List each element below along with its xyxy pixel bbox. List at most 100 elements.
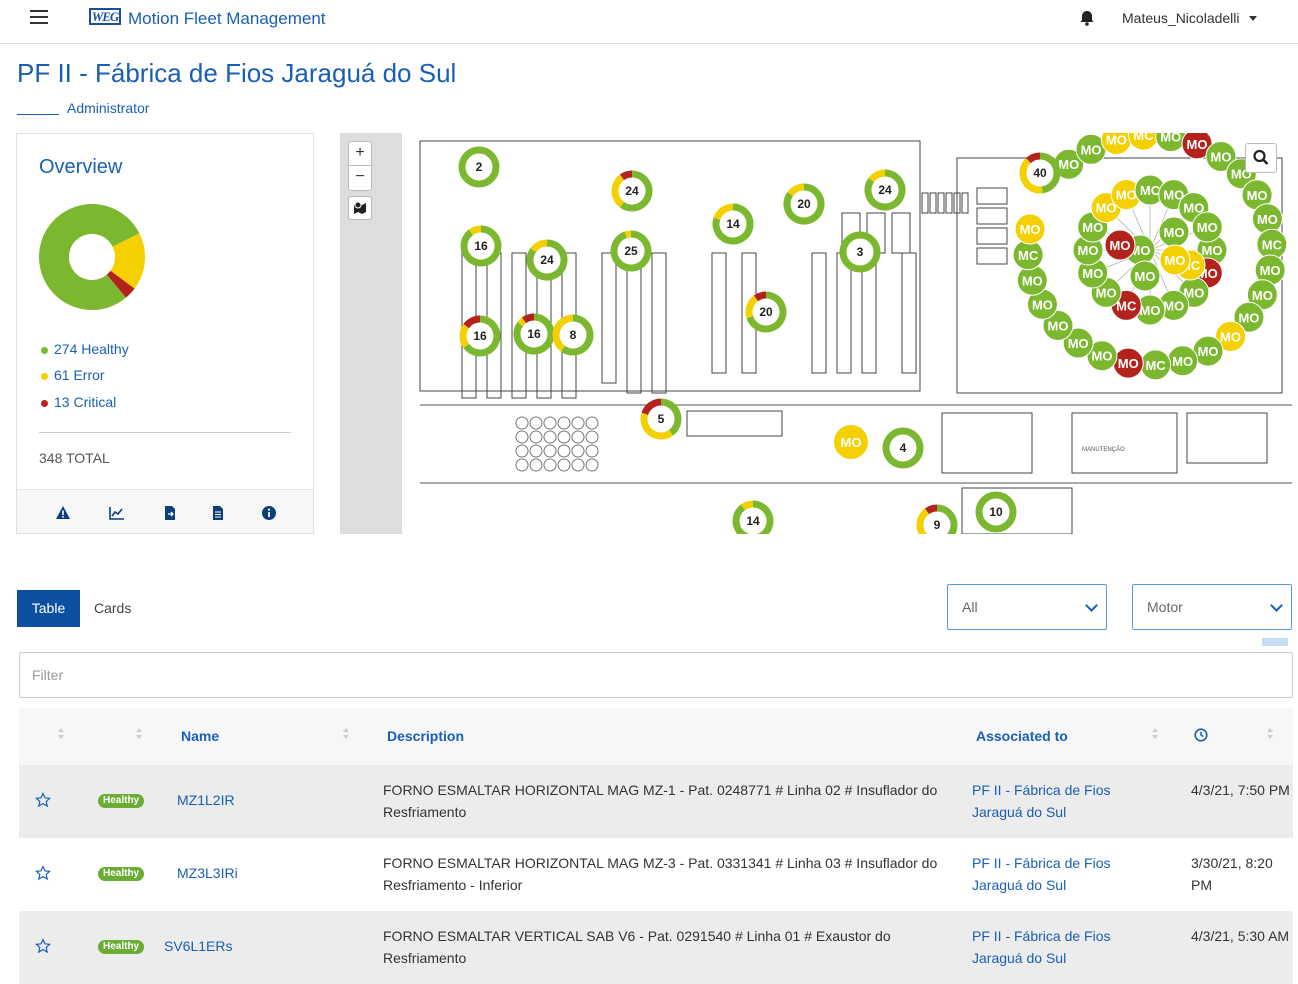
role-divider bbox=[17, 114, 59, 115]
sort-name-icon[interactable] bbox=[343, 728, 349, 740]
map-layers-button[interactable] bbox=[348, 196, 372, 220]
device-cluster[interactable]: 16 bbox=[513, 313, 555, 355]
device-marker-label: MC bbox=[1145, 358, 1166, 373]
overview-footer bbox=[17, 489, 313, 533]
table-row[interactable]: Healthy MZ3L3IRi FORNO ESMALTAR HORIZONT… bbox=[19, 838, 1293, 911]
device-cluster[interactable]: 9 bbox=[916, 504, 958, 534]
app-title[interactable]: Motion Fleet Management bbox=[128, 9, 326, 29]
device-cluster[interactable]: 4 bbox=[882, 427, 924, 469]
weg-logo[interactable]: WEG bbox=[89, 8, 121, 25]
device-cluster[interactable]: 3 bbox=[839, 231, 881, 273]
device-cluster[interactable]: 16 bbox=[460, 225, 502, 267]
clock-icon[interactable] bbox=[1194, 728, 1208, 742]
user-menu-caret-icon[interactable] bbox=[1249, 16, 1257, 21]
device-marker[interactable]: MO bbox=[1158, 216, 1190, 248]
machine-cabinet bbox=[976, 207, 1008, 225]
storage-reel bbox=[529, 444, 543, 458]
device-description: FORNO ESMALTAR VERTICAL SAB V6 - Pat. 02… bbox=[383, 928, 891, 966]
device-cluster[interactable]: 2 bbox=[458, 146, 500, 188]
device-cluster[interactable]: 10 bbox=[975, 491, 1017, 533]
device-marker[interactable]: MO bbox=[1159, 244, 1191, 276]
column-description[interactable]: Description bbox=[387, 728, 464, 744]
cluster-ring-segment bbox=[753, 291, 767, 302]
favorite-star-icon[interactable] bbox=[35, 792, 51, 808]
storage-reel bbox=[571, 430, 585, 444]
device-cluster[interactable]: 5 bbox=[640, 398, 682, 440]
storage-reel bbox=[571, 416, 585, 430]
legend-healthy[interactable]: 274 Healthy bbox=[41, 341, 129, 357]
storage-reel bbox=[515, 458, 529, 472]
sort-associated-icon[interactable] bbox=[1152, 728, 1158, 740]
associated-link[interactable]: PF II - Fábrica de Fios Jaraguá do Sul bbox=[972, 925, 1132, 969]
user-menu[interactable]: Mateus_Nicoladelli bbox=[1122, 10, 1240, 26]
device-marker[interactable]: MO bbox=[1104, 229, 1136, 261]
device-marker[interactable]: MO bbox=[1112, 347, 1144, 379]
status-donut-chart bbox=[39, 204, 145, 310]
sort-status-icon[interactable] bbox=[136, 728, 142, 740]
column-associated[interactable]: Associated to bbox=[976, 728, 1068, 744]
legend-error[interactable]: 61 Error bbox=[41, 367, 105, 383]
storage-reel bbox=[529, 458, 543, 472]
device-cluster[interactable]: 8 bbox=[552, 314, 594, 356]
device-cluster[interactable]: 40 bbox=[1019, 152, 1061, 194]
device-marker-label: MC bbox=[1262, 237, 1283, 252]
type-select[interactable]: Motor bbox=[1132, 584, 1292, 630]
device-marker[interactable]: MO bbox=[1014, 213, 1046, 245]
associated-link[interactable]: PF II - Fábrica de Fios Jaraguá do Sul bbox=[972, 779, 1132, 823]
table-row[interactable]: Healthy MZ1L2IR FORNO ESMALTAR HORIZONTA… bbox=[19, 765, 1293, 838]
favorite-star-icon[interactable] bbox=[35, 938, 51, 954]
device-marker-label: MC bbox=[1133, 133, 1154, 143]
device-marker[interactable]: MO bbox=[1191, 211, 1223, 243]
info-icon[interactable] bbox=[261, 505, 277, 521]
table-row[interactable]: Healthy SV6L1ERs FORNO ESMALTAR VERTICAL… bbox=[19, 911, 1293, 984]
status-select[interactable]: All bbox=[947, 584, 1107, 630]
cluster-count: 25 bbox=[624, 244, 638, 258]
device-marker[interactable]: MO bbox=[1016, 264, 1048, 296]
device-marker[interactable]: MO bbox=[1167, 345, 1199, 377]
report-icon[interactable] bbox=[210, 505, 226, 521]
filter-input[interactable]: Filter bbox=[19, 652, 1293, 698]
export-file-icon[interactable] bbox=[162, 505, 178, 521]
device-marker-label: MO bbox=[1160, 133, 1181, 145]
device-cluster[interactable]: 16 bbox=[459, 315, 501, 357]
device-cluster[interactable]: 14 bbox=[732, 500, 774, 534]
machine-line bbox=[811, 252, 827, 374]
cluster-count: 20 bbox=[797, 197, 811, 211]
overview-total: 348 TOTAL bbox=[39, 450, 110, 466]
trend-chart-icon[interactable] bbox=[109, 505, 125, 521]
device-cluster[interactable]: 20 bbox=[783, 183, 825, 225]
device-name-link[interactable]: MZ1L2IR bbox=[177, 792, 235, 808]
warning-icon[interactable] bbox=[55, 505, 71, 521]
device-cluster[interactable]: 25 bbox=[610, 230, 652, 272]
device-cluster[interactable]: 24 bbox=[611, 170, 653, 212]
device-cluster[interactable]: 14 bbox=[712, 203, 754, 245]
tab-table[interactable]: Table bbox=[17, 590, 80, 627]
sort-favorite-icon[interactable] bbox=[58, 728, 64, 740]
device-marker[interactable]: MO bbox=[1251, 203, 1283, 235]
map-side-strip bbox=[340, 133, 402, 534]
zoom-out-button[interactable]: − bbox=[349, 166, 371, 190]
column-name[interactable]: Name bbox=[181, 728, 219, 744]
device-marker[interactable]: MO bbox=[1129, 260, 1161, 292]
device-marker[interactable]: MO bbox=[1155, 133, 1187, 153]
device-marker[interactable]: MC bbox=[1140, 349, 1172, 381]
plant-map[interactable]: + − MANUTENÇÃO MO MO MO MC MO MO MO MO MO MO MC MO MO… bbox=[340, 133, 1292, 534]
legend-critical[interactable]: 13 Critical bbox=[41, 394, 116, 410]
device-marker[interactable]: MO bbox=[834, 425, 868, 459]
device-cluster[interactable]: 24 bbox=[864, 169, 906, 211]
machine-cabinet bbox=[937, 192, 945, 214]
device-name-link[interactable]: MZ3L3IRi bbox=[177, 865, 238, 881]
associated-link[interactable]: PF II - Fábrica de Fios Jaraguá do Sul bbox=[972, 852, 1132, 896]
menu-icon[interactable] bbox=[30, 10, 48, 24]
tab-cards[interactable]: Cards bbox=[94, 590, 131, 627]
device-cluster[interactable]: 20 bbox=[745, 291, 787, 333]
device-marker[interactable]: MC bbox=[1127, 133, 1159, 151]
map-search-button[interactable] bbox=[1245, 143, 1277, 173]
device-name-link[interactable]: SV6L1ERs bbox=[164, 938, 232, 954]
sort-date-icon[interactable] bbox=[1267, 728, 1273, 740]
device-marker-label: MO bbox=[1172, 354, 1193, 369]
zoom-in-button[interactable]: + bbox=[349, 142, 371, 166]
notification-bell-icon[interactable] bbox=[1078, 9, 1096, 27]
device-cluster[interactable]: 24 bbox=[526, 239, 568, 281]
favorite-star-icon[interactable] bbox=[35, 865, 51, 881]
